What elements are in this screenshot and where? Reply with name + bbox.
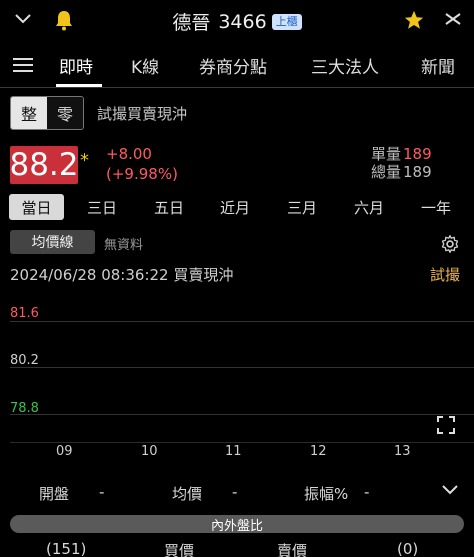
- inout-ratio-bar: 內外盤比: [10, 515, 464, 534]
- bid-price-header: 買價: [164, 542, 195, 557]
- period-6m[interactable]: 六月: [354, 197, 384, 218]
- period-5d[interactable]: 五日: [154, 197, 184, 218]
- tab-realtime[interactable]: 即時: [59, 53, 93, 78]
- y-tick-high: 81.6: [10, 306, 39, 321]
- change-value: +8.00: [106, 145, 152, 163]
- y-tick-ref: 80.2: [10, 353, 39, 368]
- menu-icon[interactable]: [13, 56, 33, 74]
- x-tick-11: 11: [225, 444, 242, 459]
- amplitude-value: -: [364, 483, 370, 501]
- tab-institutional[interactable]: 三大法人: [311, 53, 379, 78]
- avg-price-value: -: [232, 483, 238, 501]
- intraday-chart: [0, 290, 474, 460]
- gear-icon[interactable]: [440, 234, 460, 254]
- expand-chevron-icon[interactable]: [441, 484, 459, 496]
- total-volume: 189: [403, 163, 432, 181]
- ask-price-header: 賣價: [277, 542, 308, 557]
- period-3d[interactable]: 三日: [87, 197, 117, 218]
- last-price: 88.2: [9, 146, 79, 184]
- trial-price-mark: *: [80, 150, 89, 171]
- lot-toggle: 整 零: [10, 96, 84, 130]
- tab-broker[interactable]: 券商分點: [199, 53, 267, 78]
- grid-line-top: [10, 321, 474, 322]
- main-tabs: 即時 K線 券商分點 三大法人 新聞: [0, 42, 474, 88]
- close-icon[interactable]: [444, 12, 462, 26]
- stock-code: 3466: [218, 10, 267, 33]
- period-3m[interactable]: 三月: [287, 197, 317, 218]
- unit-volume-label: 單量: [371, 145, 402, 163]
- x-tick-13: 13: [394, 444, 411, 459]
- period-1y[interactable]: 一年: [421, 197, 451, 218]
- avg-price-label: 均價: [172, 485, 203, 503]
- change-percent: (+9.98%): [106, 165, 178, 183]
- avg-line-status: 無資料: [104, 238, 144, 253]
- grid-line-mid: [10, 367, 474, 368]
- star-icon[interactable]: [403, 9, 425, 31]
- tab-kline[interactable]: K線: [131, 53, 159, 78]
- odd-lot-button[interactable]: 零: [47, 97, 83, 129]
- whole-lot-button[interactable]: 整: [11, 97, 47, 129]
- inout-right-count: (0): [397, 540, 419, 557]
- tab-news[interactable]: 新聞: [421, 53, 455, 78]
- period-today[interactable]: 當日: [9, 194, 64, 220]
- x-tick-09: 09: [56, 444, 73, 459]
- quote-timestamp: 2024/06/28 08:36:22 買賣現沖: [10, 266, 234, 284]
- trial-match-label: 試撮買賣現沖: [97, 105, 188, 123]
- unit-volume: 189: [403, 145, 432, 163]
- volume-block: 單量 189 總量 189: [371, 145, 432, 181]
- top-bar: 德晉 3466 上櫃: [0, 0, 474, 42]
- price-change: +8.00 (+9.98%): [106, 144, 178, 184]
- total-volume-label: 總量: [371, 163, 402, 181]
- y-tick-low: 78.8: [10, 401, 39, 416]
- trial-match-indicator[interactable]: 試撮: [430, 264, 460, 285]
- avg-line-chip[interactable]: 均價線: [10, 230, 95, 254]
- tab-underline: [56, 84, 102, 87]
- amplitude-label: 振幅%: [304, 485, 349, 503]
- inout-left-count: (151): [46, 540, 87, 557]
- period-1m[interactable]: 近月: [220, 197, 250, 218]
- grid-line-base: [10, 442, 474, 443]
- market-badge: 上櫃: [271, 13, 302, 30]
- open-value: -: [99, 483, 105, 501]
- x-tick-10: 10: [141, 444, 158, 459]
- fullscreen-icon[interactable]: [437, 416, 455, 434]
- stock-name: 德晉: [172, 12, 211, 34]
- grid-line-bottom: [10, 414, 474, 415]
- open-label: 開盤: [39, 485, 70, 503]
- x-tick-12: 12: [310, 444, 327, 459]
